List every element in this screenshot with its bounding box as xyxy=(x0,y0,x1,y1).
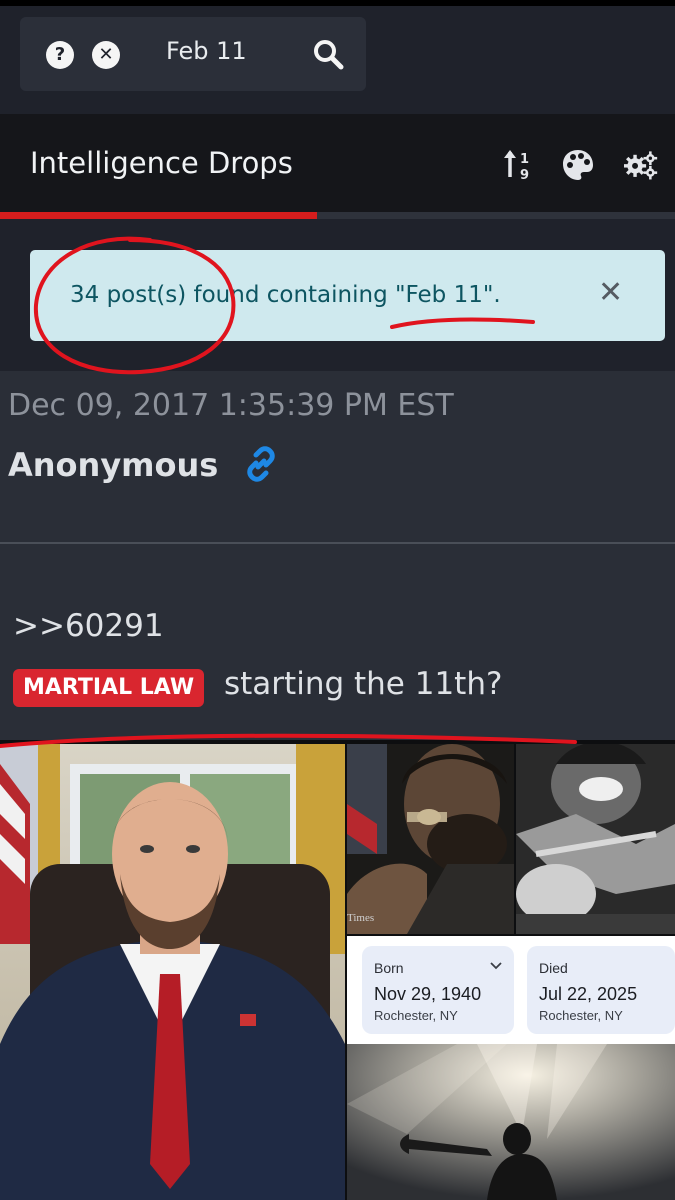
post-header: Dec 09, 2017 1:35:39 PM EST Anonymous xyxy=(0,371,675,542)
died-card[interactable]: Died Jul 22, 2025 Rochester, NY xyxy=(527,946,675,1034)
born-died-panel: Born Nov 29, 1940 Rochester, NY Died Jul… xyxy=(347,936,675,1044)
close-alert-icon[interactable]: ✕ xyxy=(598,278,623,308)
palette-icon[interactable] xyxy=(561,148,595,182)
svg-text:9: 9 xyxy=(520,168,529,182)
results-message: 34 post(s) found containing "Feb 11". xyxy=(70,282,501,308)
post-timestamp: Dec 09, 2017 1:35:39 PM EST xyxy=(8,388,454,423)
born-place: Rochester, NY xyxy=(374,1008,458,1023)
reply-reference-link[interactable]: >>60291 xyxy=(13,608,164,644)
post-text: starting the 11th? xyxy=(224,666,503,702)
martial-law-tag: MARTIAL LAW xyxy=(13,669,205,707)
born-date: Nov 29, 1940 xyxy=(374,984,482,1004)
results-alert: 34 post(s) found containing "Feb 11". ✕ xyxy=(30,250,665,341)
page-title: Intelligence Drops xyxy=(30,146,293,180)
progress-fill xyxy=(0,212,318,219)
search-icon[interactable] xyxy=(312,38,344,70)
image-watermark: Times xyxy=(347,912,375,924)
link-icon[interactable] xyxy=(243,446,279,482)
died-date: Jul 22, 2025 xyxy=(539,984,638,1004)
svg-text:1: 1 xyxy=(520,152,529,167)
post-images: Times Born Nov 29, 1940 Rochester, NY Di… xyxy=(0,740,675,1200)
app-header: Intelligence Drops 1 9 xyxy=(0,114,675,212)
sort-numeric-icon[interactable]: 1 9 xyxy=(503,148,537,182)
clear-search-icon[interactable]: ✕ xyxy=(92,41,120,69)
trumpet-player-bw-image xyxy=(516,744,675,934)
post-body: >>60291 MARTIAL LAW starting the 11th? xyxy=(0,544,675,740)
born-card[interactable]: Born Nov 29, 1940 Rochester, NY xyxy=(362,946,514,1034)
help-icon[interactable]: ? xyxy=(46,41,74,69)
chevron-down-icon xyxy=(490,962,502,970)
trumpet-silhouette-image xyxy=(347,1044,675,1200)
search-box: ? ✕ Feb 11 xyxy=(20,17,366,91)
died-place: Rochester, NY xyxy=(539,1008,623,1023)
trumpet-player-image: Times xyxy=(347,744,514,934)
search-area: ? ✕ Feb 11 xyxy=(0,6,675,114)
born-label: Born xyxy=(374,960,404,976)
portrait-image xyxy=(0,744,345,1200)
results-area: 34 post(s) found containing "Feb 11". ✕ xyxy=(0,219,675,371)
gears-icon[interactable] xyxy=(624,148,658,182)
progress-bar xyxy=(0,212,675,219)
died-label: Died xyxy=(539,960,568,976)
search-input[interactable]: Feb 11 xyxy=(166,37,247,65)
post-author: Anonymous xyxy=(8,446,219,484)
